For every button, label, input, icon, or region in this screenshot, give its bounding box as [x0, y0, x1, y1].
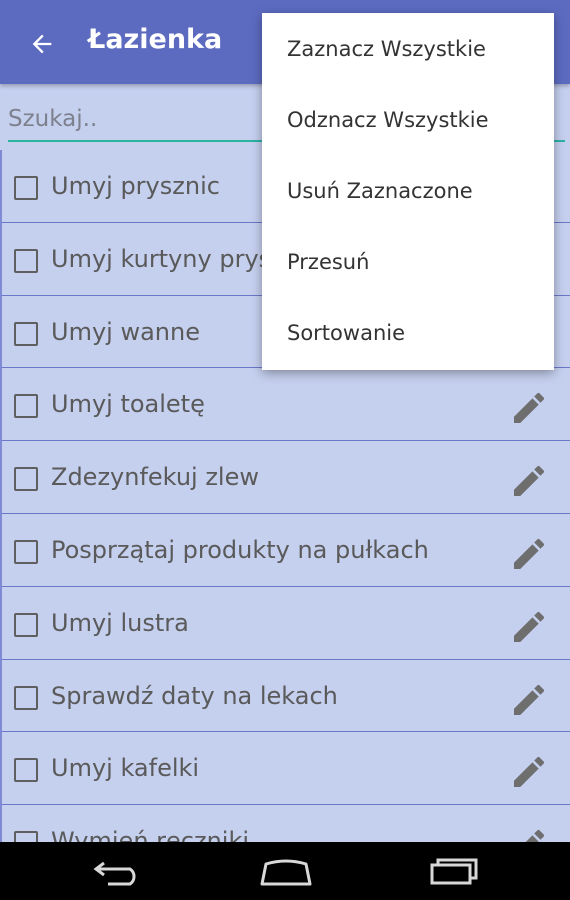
back-button[interactable]: [24, 26, 60, 62]
pencil-icon: [514, 757, 545, 788]
page-title: Łazienka: [88, 24, 223, 55]
item-checkbox[interactable]: [14, 321, 38, 346]
edit-button[interactable]: [509, 680, 551, 720]
menu-item-delete-selected[interactable]: Usuń Zaznaczone: [262, 155, 554, 226]
list-item[interactable]: Umyj lustra: [2, 587, 570, 660]
pencil-icon: [514, 393, 545, 424]
list-item[interactable]: Posprzątaj produkty na pułkach: [2, 514, 570, 587]
pencil-icon: [514, 611, 545, 642]
item-label: Zdezynfekuj zlew: [51, 463, 259, 492]
item-checkbox[interactable]: [14, 539, 38, 564]
home-icon: [260, 859, 312, 886]
item-label: Umyj prysznic: [51, 172, 220, 200]
item-checkbox[interactable]: [14, 394, 38, 419]
pencil-icon: [514, 684, 545, 715]
list-item[interactable]: Umyj toaletę: [2, 368, 570, 442]
edit-button[interactable]: [509, 461, 551, 501]
list-item[interactable]: Sprawdź daty na lekach: [2, 660, 570, 733]
menu-item-select-all[interactable]: Zaznacz Wszystkie: [262, 13, 554, 84]
item-checkbox[interactable]: [14, 758, 38, 783]
arrow-back-icon: [32, 34, 52, 54]
nav-back-button[interactable]: [88, 852, 152, 892]
list-item[interactable]: Zdezynfekuj zlew: [2, 441, 570, 514]
menu-item-move[interactable]: Przesuń: [262, 227, 554, 298]
item-label: Umyj wanne: [51, 317, 200, 346]
edit-button[interactable]: [509, 607, 551, 647]
item-label: Posprzątaj produkty na pułkach: [51, 535, 429, 564]
item-label: Umyj toaletę: [51, 390, 205, 419]
item-checkbox[interactable]: [14, 467, 38, 492]
list-item[interactable]: Wymień ręczniki: [2, 805, 570, 842]
pencil-icon: [514, 466, 545, 497]
menu-item-sort[interactable]: Sortowanie: [262, 298, 554, 369]
item-checkbox[interactable]: [14, 248, 38, 273]
item-label: Umyj lustra: [51, 608, 189, 637]
edit-button[interactable]: [509, 388, 551, 428]
list-item[interactable]: Umyj kafelki: [2, 732, 570, 806]
nav-home-button[interactable]: [254, 852, 318, 892]
pencil-icon: [525, 830, 545, 842]
nav-recent-apps-button[interactable]: [420, 852, 484, 892]
pencil-icon: [514, 538, 545, 569]
item-label: Sprawdź daty na lekach: [51, 681, 338, 710]
back-icon: [93, 861, 136, 886]
item-label: Umyj kafelki: [51, 754, 200, 783]
recent-apps-icon: [430, 858, 478, 885]
edit-button[interactable]: [509, 752, 551, 792]
item-checkbox[interactable]: [14, 831, 38, 842]
item-checkbox[interactable]: [14, 612, 38, 637]
item-label: Wymień ręczniki: [51, 827, 250, 842]
edit-button[interactable]: [509, 825, 551, 842]
edit-button[interactable]: [509, 534, 551, 574]
menu-item-deselect-all[interactable]: Odznacz Wszystkie: [262, 84, 554, 155]
item-checkbox[interactable]: [14, 685, 38, 710]
system-nav-bar: [0, 842, 570, 900]
overflow-menu: Zaznacz Wszystkie Odznacz Wszystkie Usuń…: [262, 13, 554, 370]
item-checkbox[interactable]: [14, 176, 38, 200]
